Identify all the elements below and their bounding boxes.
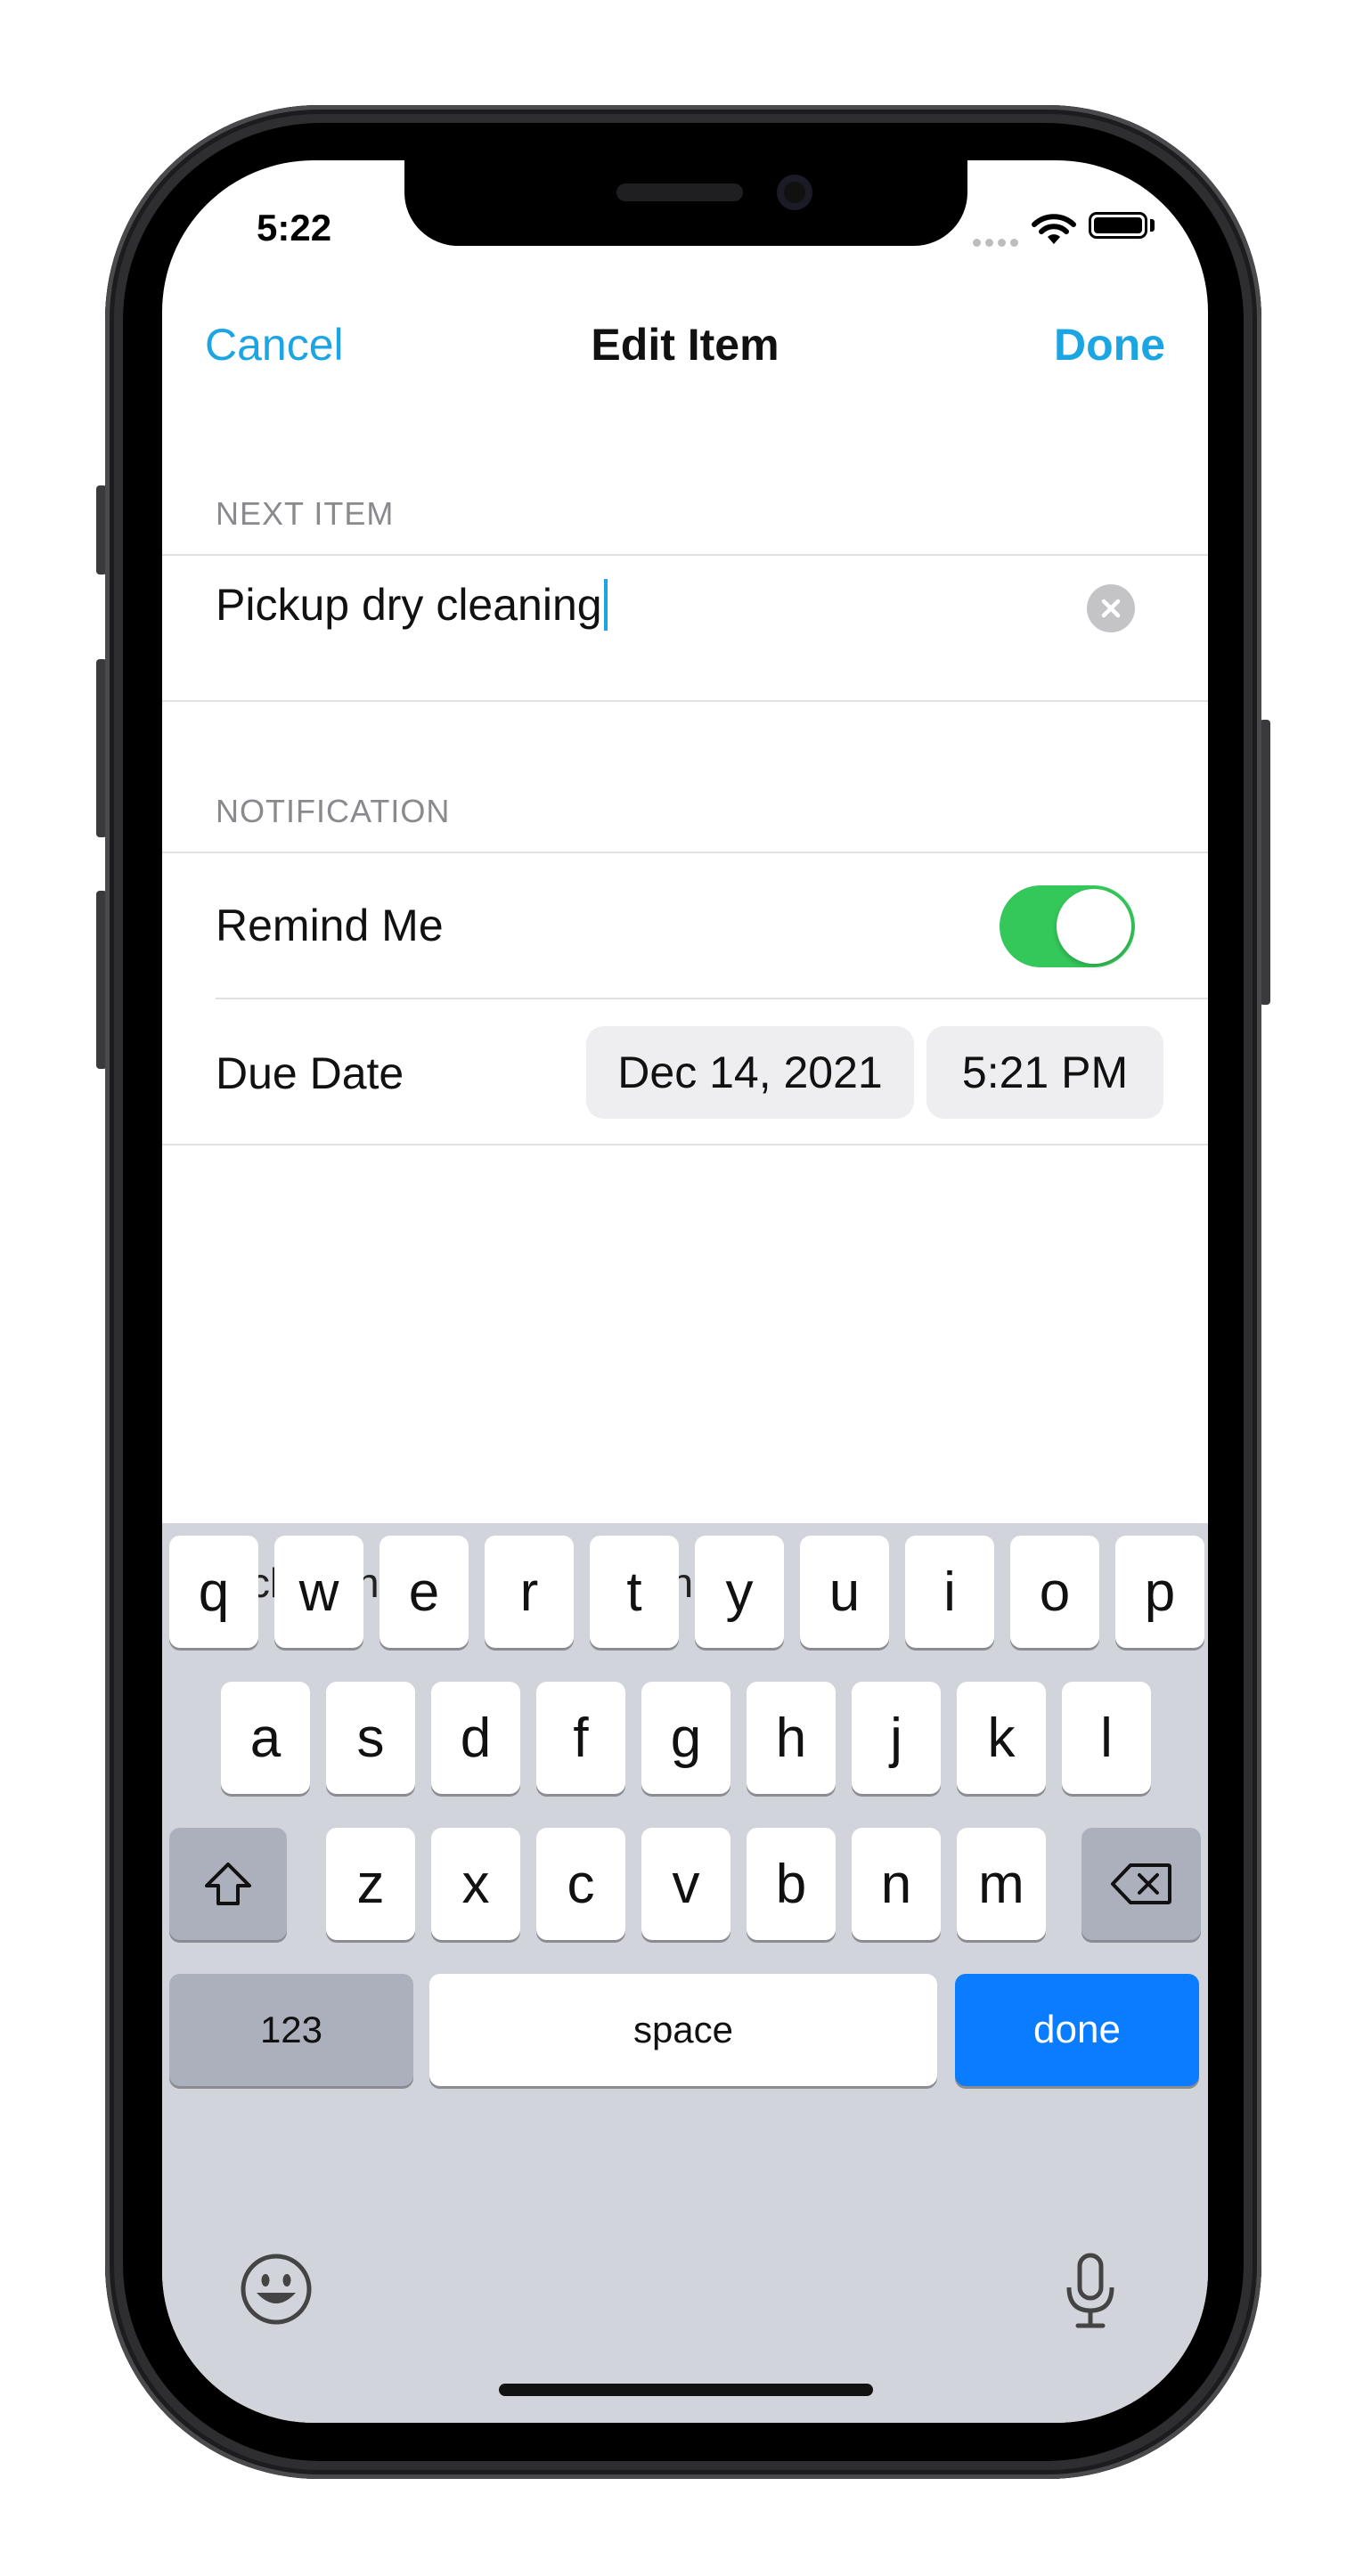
key-i[interactable]: i: [905, 1536, 994, 1648]
key-s[interactable]: s: [326, 1682, 415, 1794]
shift-key[interactable]: [169, 1828, 287, 1940]
battery-cap: [1150, 219, 1155, 232]
key-n[interactable]: n: [852, 1828, 941, 1940]
key-h[interactable]: h: [747, 1682, 836, 1794]
remind-me-label: Remind Me: [216, 901, 444, 950]
remind-me-toggle[interactable]: [1000, 885, 1135, 967]
key-g[interactable]: g: [641, 1682, 730, 1794]
key-l[interactable]: l: [1062, 1682, 1151, 1794]
emoji-icon[interactable]: [239, 2252, 314, 2327]
home-indicator[interactable]: [499, 2384, 873, 2396]
key-k[interactable]: k: [957, 1682, 1046, 1794]
item-text-value: Pickup dry cleaning: [216, 580, 602, 630]
divider: [162, 852, 1208, 853]
divider: [162, 1144, 1208, 1145]
cellular-signal-icon: [973, 235, 1023, 251]
item-text-field[interactable]: Pickup dry cleaning: [216, 579, 608, 631]
divider: [216, 998, 1208, 999]
next-item-header: NEXT ITEM: [216, 495, 395, 532]
front-camera: [777, 175, 812, 210]
screen: 5:22 Edit Item Cancel Done NEXT ITEM Pic…: [162, 160, 1208, 2423]
due-date-label: Due Date: [216, 1048, 404, 1098]
key-e[interactable]: e: [380, 1536, 469, 1648]
key-x[interactable]: x: [431, 1828, 520, 1940]
microphone-icon[interactable]: [1062, 2252, 1119, 2330]
speaker: [616, 183, 743, 201]
notification-header: NOTIFICATION: [216, 793, 451, 829]
divider: [162, 554, 1208, 556]
delete-key[interactable]: [1081, 1828, 1201, 1940]
clear-icon[interactable]: [1087, 584, 1135, 632]
battery-icon: [1089, 212, 1147, 239]
due-date-picker[interactable]: Dec 14, 2021: [586, 1026, 914, 1119]
space-key[interactable]: space: [429, 1974, 937, 2086]
status-time: 5:22: [257, 207, 332, 249]
text-cursor: [603, 579, 608, 631]
key-a[interactable]: a: [221, 1682, 310, 1794]
shift-icon: [205, 1863, 251, 1905]
key-q[interactable]: q: [169, 1536, 258, 1648]
divider: [162, 700, 1208, 702]
key-j[interactable]: j: [852, 1682, 941, 1794]
key-d[interactable]: d: [431, 1682, 520, 1794]
numbers-key[interactable]: 123: [169, 1974, 413, 2086]
toggle-knob: [1057, 889, 1131, 964]
key-o[interactable]: o: [1010, 1536, 1099, 1648]
done-key[interactable]: done: [955, 1974, 1199, 2086]
keyboard: cleanings cleaning’s qwertyuiop asdfghjk…: [162, 1523, 1208, 2423]
key-u[interactable]: u: [800, 1536, 889, 1648]
key-p[interactable]: p: [1115, 1536, 1204, 1648]
due-time-picker[interactable]: 5:21 PM: [926, 1026, 1163, 1119]
key-v[interactable]: v: [641, 1828, 730, 1940]
key-m[interactable]: m: [957, 1828, 1046, 1940]
key-c[interactable]: c: [536, 1828, 625, 1940]
key-t[interactable]: t: [590, 1536, 679, 1648]
key-y[interactable]: y: [695, 1536, 784, 1648]
key-z[interactable]: z: [326, 1828, 415, 1940]
done-button[interactable]: Done: [1054, 319, 1165, 371]
key-r[interactable]: r: [485, 1536, 574, 1648]
cancel-button[interactable]: Cancel: [205, 319, 344, 371]
key-w[interactable]: w: [274, 1536, 363, 1648]
key-b[interactable]: b: [747, 1828, 836, 1940]
notch: [404, 160, 967, 246]
backspace-icon: [1111, 1863, 1171, 1904]
key-f[interactable]: f: [536, 1682, 625, 1794]
wifi-icon: [1032, 214, 1076, 244]
